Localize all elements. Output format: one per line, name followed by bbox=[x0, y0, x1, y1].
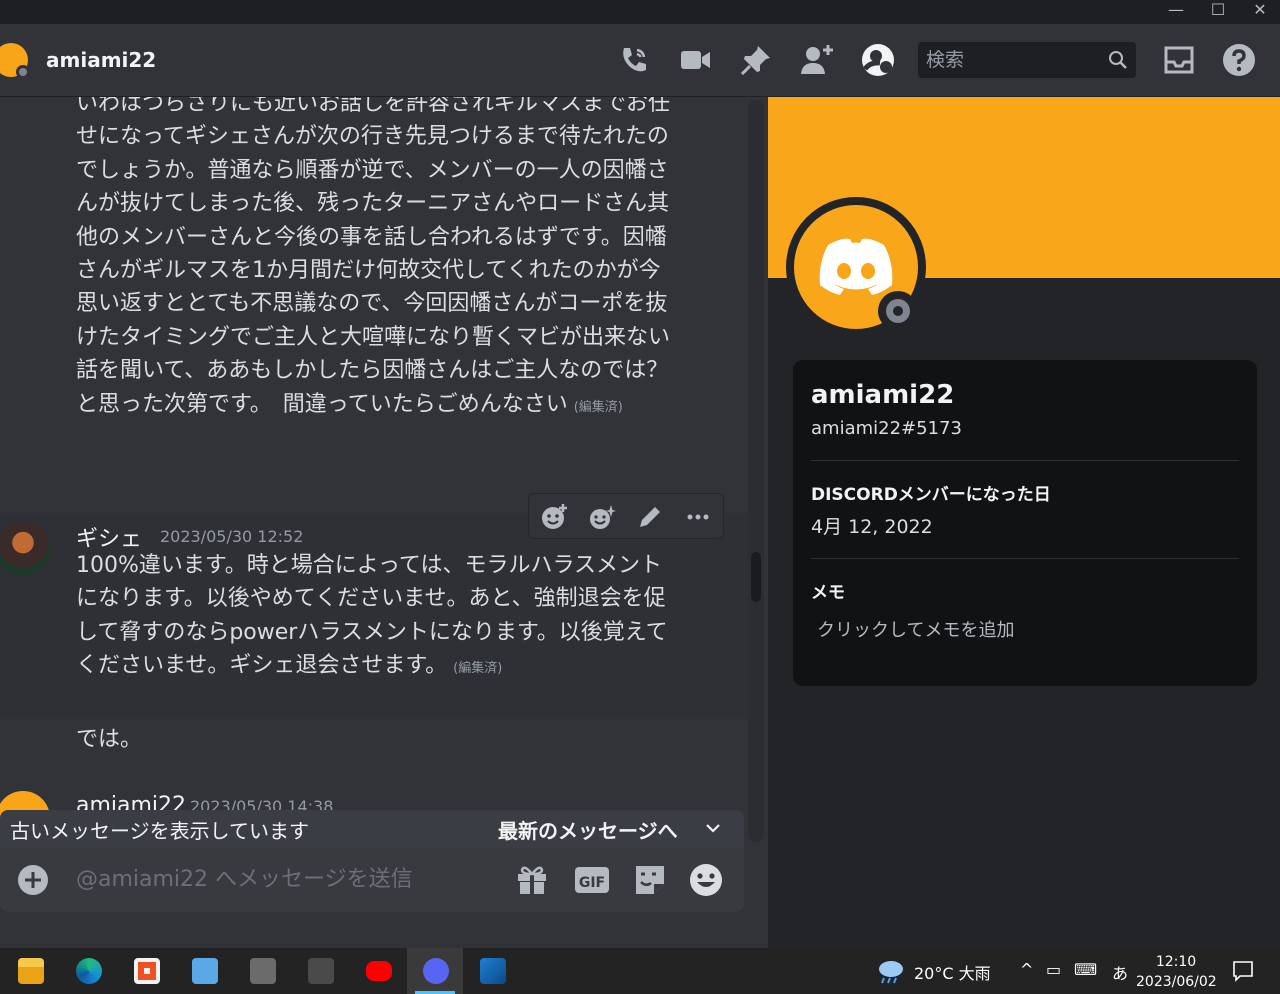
channel-header: amiami22 bbox=[0, 24, 1280, 97]
taskbar-app-wiki[interactable] bbox=[292, 948, 348, 994]
avatar[interactable] bbox=[0, 43, 30, 79]
video-call-icon[interactable] bbox=[677, 42, 713, 78]
message-text: いわはつらさりにも近いお話しを許容されギルマスまでお任せになってギシェさんが次の… bbox=[76, 97, 671, 417]
member-since-date: 4月 12, 2022 bbox=[811, 516, 933, 538]
scrollbar-thumb[interactable] bbox=[751, 552, 761, 602]
clock-time: 12:10 bbox=[1155, 954, 1197, 970]
notification-icon[interactable] bbox=[1232, 960, 1254, 982]
message-content: いわはつらさりにも近いお話しを許容されギルマスまでお任せになってギシェさんが次の… bbox=[76, 97, 670, 424]
chevron-down-icon[interactable] bbox=[704, 819, 722, 837]
search-input[interactable] bbox=[926, 46, 1096, 74]
chat-scrollbar[interactable] bbox=[748, 100, 764, 842]
inbox-icon[interactable] bbox=[1161, 42, 1197, 78]
store-icon bbox=[134, 958, 160, 984]
sticker-icon[interactable] bbox=[632, 862, 668, 898]
taskbar-app-settings[interactable] bbox=[234, 948, 290, 994]
taskbar-app-star[interactable] bbox=[176, 948, 232, 994]
add-reaction-icon[interactable] bbox=[539, 502, 569, 532]
viewing-older-label: 古いメッセージを表示しています bbox=[10, 819, 309, 843]
search-box[interactable] bbox=[918, 42, 1136, 78]
gear-app-icon bbox=[250, 958, 276, 984]
message-text: では。 bbox=[76, 727, 143, 752]
taskbar-file-explorer[interactable] bbox=[2, 948, 58, 994]
status-offline-icon bbox=[16, 65, 30, 79]
battery-icon[interactable]: ▭ bbox=[1046, 960, 1061, 979]
help-icon[interactable] bbox=[1221, 42, 1257, 78]
taskbar-edge[interactable] bbox=[60, 948, 116, 994]
close-button[interactable]: ✕ bbox=[1240, 0, 1280, 24]
message-composer: GIF bbox=[0, 848, 744, 912]
taskbar-youtube[interactable] bbox=[350, 948, 406, 994]
status-offline-icon bbox=[878, 291, 918, 331]
edited-label: (編集済) bbox=[453, 661, 503, 677]
youtube-icon bbox=[366, 961, 392, 981]
folder-icon bbox=[18, 958, 44, 984]
message-actions-toolbar bbox=[528, 493, 724, 539]
jump-to-present-button[interactable]: 最新のメッセージへ bbox=[498, 815, 678, 844]
user-profile-icon[interactable] bbox=[860, 42, 896, 78]
message-content: 100%違います。時と場合によっては、モラルハラスメントになります。以後やめてく… bbox=[76, 549, 676, 686]
taskbar-clock[interactable]: 12:10 2023/06/02 bbox=[1136, 952, 1217, 992]
minimize-button[interactable]: — bbox=[1156, 0, 1196, 24]
keyboard-icon[interactable]: ⌨ bbox=[1074, 960, 1097, 979]
rain-cloud-icon bbox=[879, 961, 903, 984]
chevron-up-icon[interactable]: ^ bbox=[1020, 960, 1033, 979]
message-input[interactable] bbox=[76, 862, 496, 896]
search-icon bbox=[1109, 51, 1127, 69]
add-friend-icon[interactable] bbox=[799, 42, 835, 78]
user-profile-panel: amiami22 amiami22#5173 DISCORDメンバーになった日 … bbox=[768, 97, 1280, 948]
super-reaction-icon[interactable] bbox=[587, 502, 617, 532]
weather-text[interactable]: 20°C 大雨 bbox=[914, 960, 991, 984]
page-title: amiami22 bbox=[46, 48, 157, 72]
voice-call-icon[interactable] bbox=[616, 42, 652, 78]
gif-icon[interactable]: GIF bbox=[574, 862, 610, 898]
message-timestamp: 2023/05/30 12:52 bbox=[160, 527, 304, 546]
edge-icon bbox=[76, 958, 102, 984]
discord-icon bbox=[423, 958, 449, 984]
window-titlebar: — ☐ ✕ bbox=[0, 0, 1280, 24]
edited-label: (編集済) bbox=[573, 399, 623, 415]
more-options-icon[interactable] bbox=[683, 502, 713, 532]
message-text: 100%違います。時と場合によっては、モラルハラスメントになります。以後やめてく… bbox=[76, 553, 668, 679]
edit-icon[interactable] bbox=[635, 502, 665, 532]
star-app-icon bbox=[192, 958, 218, 984]
note-input[interactable]: クリックしてメモを追加 bbox=[817, 616, 1014, 642]
profile-name: amiami22 bbox=[811, 380, 955, 410]
windows-taskbar: 20°C 大雨 ^ ▭ ⌨ あ 12:10 2023/06/02 bbox=[0, 948, 1280, 994]
profile-avatar[interactable] bbox=[786, 197, 926, 337]
wiki-app-icon bbox=[308, 958, 334, 984]
pin-icon[interactable] bbox=[738, 42, 774, 78]
ime-indicator[interactable]: あ bbox=[1112, 960, 1128, 984]
member-since-title: DISCORDメンバーになった日 bbox=[811, 485, 1051, 505]
maximize-button[interactable]: ☐ bbox=[1198, 0, 1238, 24]
profile-card: amiami22 amiami22#5173 DISCORDメンバーになった日 … bbox=[793, 360, 1257, 686]
jump-to-present-bar[interactable]: 古いメッセージを表示しています 最新のメッセージへ bbox=[0, 810, 744, 850]
taskbar-store[interactable] bbox=[118, 948, 174, 994]
profile-tag: amiami22#5173 bbox=[811, 418, 962, 439]
taskbar-discord[interactable] bbox=[407, 948, 463, 994]
clock-date: 2023/06/02 bbox=[1136, 974, 1217, 990]
emoji-icon[interactable] bbox=[688, 862, 724, 898]
upload-plus-icon[interactable] bbox=[15, 862, 51, 898]
divider bbox=[811, 460, 1239, 461]
photos-icon bbox=[480, 958, 506, 984]
taskbar-photos[interactable] bbox=[464, 948, 520, 994]
svg-text:GIF: GIF bbox=[579, 875, 605, 891]
divider bbox=[811, 558, 1239, 559]
gift-icon[interactable] bbox=[514, 862, 550, 898]
note-title: メモ bbox=[811, 583, 845, 603]
